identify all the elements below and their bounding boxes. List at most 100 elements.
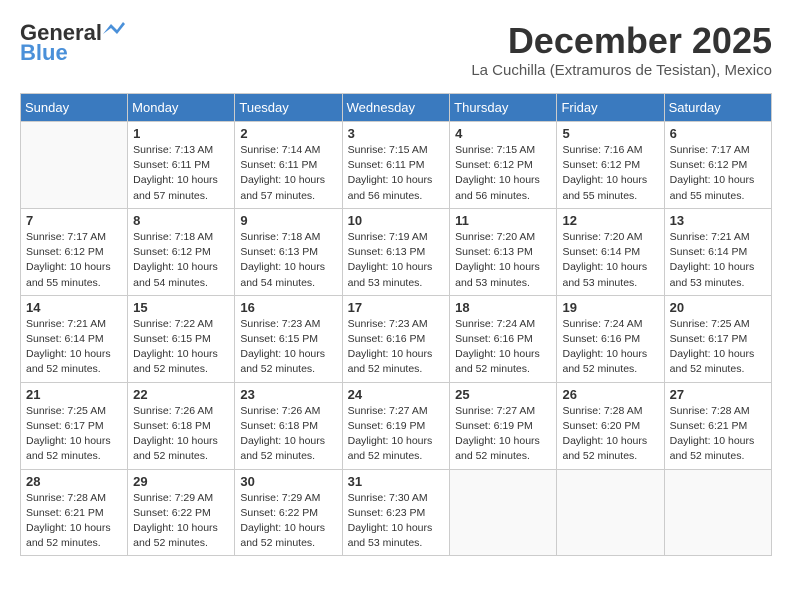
- day-number: 30: [240, 474, 336, 489]
- day-info: Sunrise: 7:21 AMSunset: 6:14 PMDaylight:…: [670, 230, 766, 291]
- day-info: Sunrise: 7:22 AMSunset: 6:15 PMDaylight:…: [133, 317, 229, 378]
- day-info: Sunrise: 7:16 AMSunset: 6:12 PMDaylight:…: [562, 143, 658, 204]
- table-row: 7 Sunrise: 7:17 AMSunset: 6:12 PMDaylight…: [21, 208, 128, 295]
- day-number: 17: [348, 300, 445, 315]
- day-number: 10: [348, 213, 445, 228]
- day-number: 27: [670, 387, 766, 402]
- logo-area: General Blue: [20, 20, 125, 66]
- day-number: 16: [240, 300, 336, 315]
- day-info: Sunrise: 7:23 AMSunset: 6:16 PMDaylight:…: [348, 317, 445, 378]
- table-row: 28 Sunrise: 7:28 AMSunset: 6:21 PMDayligh…: [21, 469, 128, 556]
- day-number: 15: [133, 300, 229, 315]
- day-number: 23: [240, 387, 336, 402]
- table-row: 1 Sunrise: 7:13 AMSunset: 6:11 PMDaylight…: [128, 122, 235, 209]
- day-number: 11: [455, 213, 551, 228]
- day-number: 19: [562, 300, 658, 315]
- day-number: 20: [670, 300, 766, 315]
- day-info: Sunrise: 7:24 AMSunset: 6:16 PMDaylight:…: [562, 317, 658, 378]
- col-monday: Monday: [128, 94, 235, 122]
- day-number: 31: [348, 474, 445, 489]
- col-friday: Friday: [557, 94, 664, 122]
- day-info: Sunrise: 7:20 AMSunset: 6:14 PMDaylight:…: [562, 230, 658, 291]
- table-row: 9Sunrise: 7:18 AMSunset: 6:13 PMDaylight…: [235, 208, 342, 295]
- table-row: 25Sunrise: 7:27 AMSunset: 6:19 PMDayligh…: [450, 382, 557, 469]
- day-info: Sunrise: 7:20 AMSunset: 6:13 PMDaylight:…: [455, 230, 551, 291]
- table-row: [664, 469, 771, 556]
- table-row: 2 Sunrise: 7:14 AMSunset: 6:11 PMDaylight…: [235, 122, 342, 209]
- table-row: 6 Sunrise: 7:17 AMSunset: 6:12 PMDaylight…: [664, 122, 771, 209]
- table-row: 19 Sunrise: 7:24 AMSunset: 6:16 PMDayligh…: [557, 295, 664, 382]
- table-row: 26 Sunrise: 7:28 AMSunset: 6:20 PMDayligh…: [557, 382, 664, 469]
- calendar-week-row: 1 Sunrise: 7:13 AMSunset: 6:11 PMDaylight…: [21, 122, 772, 209]
- day-info: Sunrise: 7:27 AMSunset: 6:19 PMDaylight:…: [348, 404, 445, 465]
- day-info: Sunrise: 7:13 AMSunset: 6:11 PMDaylight:…: [133, 143, 229, 204]
- table-row: 11 Sunrise: 7:20 AMSunset: 6:13 PMDayligh…: [450, 208, 557, 295]
- table-row: 23 Sunrise: 7:26 AMSunset: 6:18 PMDayligh…: [235, 382, 342, 469]
- day-info: Sunrise: 7:27 AMSunset: 6:19 PMDaylight:…: [455, 404, 551, 465]
- table-row: 16 Sunrise: 7:23 AMSunset: 6:15 PMDayligh…: [235, 295, 342, 382]
- day-info: Sunrise: 7:28 AMSunset: 6:21 PMDaylight:…: [670, 404, 766, 465]
- day-info: Sunrise: 7:29 AMSunset: 6:22 PMDaylight:…: [133, 491, 229, 552]
- day-number: 1: [133, 126, 229, 141]
- day-number: 5: [562, 126, 658, 141]
- day-number: 28: [26, 474, 122, 489]
- day-info: Sunrise: 7:21 AMSunset: 6:14 PMDaylight:…: [26, 317, 122, 378]
- table-row: 17 Sunrise: 7:23 AMSunset: 6:16 PMDayligh…: [342, 295, 450, 382]
- day-number: 7: [26, 213, 122, 228]
- table-row: 12 Sunrise: 7:20 AMSunset: 6:14 PMDayligh…: [557, 208, 664, 295]
- day-number: 29: [133, 474, 229, 489]
- day-number: 12: [562, 213, 658, 228]
- day-info: Sunrise: 7:30 AMSunset: 6:23 PMDaylight:…: [348, 491, 445, 552]
- calendar-header-row: Sunday Monday Tuesday Wednesday Thursday…: [21, 94, 772, 122]
- day-info: Sunrise: 7:28 AMSunset: 6:20 PMDaylight:…: [562, 404, 658, 465]
- day-info: Sunrise: 7:25 AMSunset: 6:17 PMDaylight:…: [670, 317, 766, 378]
- day-info: Sunrise: 7:15 AMSunset: 6:12 PMDaylight:…: [455, 143, 551, 204]
- day-info: Sunrise: 7:17 AMSunset: 6:12 PMDaylight:…: [670, 143, 766, 204]
- day-number: 2: [240, 126, 336, 141]
- day-info: Sunrise: 7:17 AMSunset: 6:12 PMDaylight:…: [26, 230, 122, 291]
- day-number: 13: [670, 213, 766, 228]
- table-row: 22 Sunrise: 7:26 AMSunset: 6:18 PMDayligh…: [128, 382, 235, 469]
- calendar-week-row: 14 Sunrise: 7:21 AMSunset: 6:14 PMDayligh…: [21, 295, 772, 382]
- table-row: 13 Sunrise: 7:21 AMSunset: 6:14 PMDayligh…: [664, 208, 771, 295]
- logo-general: General: [20, 20, 102, 46]
- day-number: 14: [26, 300, 122, 315]
- day-info: Sunrise: 7:26 AMSunset: 6:18 PMDaylight:…: [240, 404, 336, 465]
- day-number: 18: [455, 300, 551, 315]
- day-number: 3: [348, 126, 445, 141]
- day-info: Sunrise: 7:18 AMSunset: 6:12 PMDaylight:…: [133, 230, 229, 291]
- col-thursday: Thursday: [450, 94, 557, 122]
- calendar-table: Sunday Monday Tuesday Wednesday Thursday…: [20, 93, 772, 556]
- calendar-week-row: 28 Sunrise: 7:28 AMSunset: 6:21 PMDayligh…: [21, 469, 772, 556]
- title-area: December 2025 La Cuchilla (Extramuros de…: [471, 20, 772, 89]
- col-sunday: Sunday: [21, 94, 128, 122]
- day-info: Sunrise: 7:15 AMSunset: 6:11 PMDaylight:…: [348, 143, 445, 204]
- table-row: 21Sunrise: 7:25 AMSunset: 6:17 PMDayligh…: [21, 382, 128, 469]
- day-number: 6: [670, 126, 766, 141]
- day-info: Sunrise: 7:26 AMSunset: 6:18 PMDaylight:…: [133, 404, 229, 465]
- day-number: 9: [240, 213, 336, 228]
- table-row: 8 Sunrise: 7:18 AMSunset: 6:12 PMDaylight…: [128, 208, 235, 295]
- day-number: 26: [562, 387, 658, 402]
- header: General Blue December 2025 La Cuchilla (…: [20, 20, 772, 89]
- logo-bird-icon: [103, 20, 125, 38]
- day-number: 8: [133, 213, 229, 228]
- day-number: 4: [455, 126, 551, 141]
- table-row: 30Sunrise: 7:29 AMSunset: 6:22 PMDayligh…: [235, 469, 342, 556]
- day-number: 24: [348, 387, 445, 402]
- col-tuesday: Tuesday: [235, 94, 342, 122]
- table-row: 20 Sunrise: 7:25 AMSunset: 6:17 PMDayligh…: [664, 295, 771, 382]
- table-row: [21, 122, 128, 209]
- page-container: General Blue December 2025 La Cuchilla (…: [20, 20, 772, 556]
- day-info: Sunrise: 7:28 AMSunset: 6:21 PMDaylight:…: [26, 491, 122, 552]
- table-row: 14 Sunrise: 7:21 AMSunset: 6:14 PMDayligh…: [21, 295, 128, 382]
- day-info: Sunrise: 7:23 AMSunset: 6:15 PMDaylight:…: [240, 317, 336, 378]
- col-saturday: Saturday: [664, 94, 771, 122]
- calendar-week-row: 7 Sunrise: 7:17 AMSunset: 6:12 PMDaylight…: [21, 208, 772, 295]
- month-title: December 2025: [471, 20, 772, 62]
- table-row: 10Sunrise: 7:19 AMSunset: 6:13 PMDayligh…: [342, 208, 450, 295]
- table-row: 5 Sunrise: 7:16 AMSunset: 6:12 PMDaylight…: [557, 122, 664, 209]
- table-row: 31 Sunrise: 7:30 AMSunset: 6:23 PMDayligh…: [342, 469, 450, 556]
- day-number: 22: [133, 387, 229, 402]
- day-info: Sunrise: 7:14 AMSunset: 6:11 PMDaylight:…: [240, 143, 336, 204]
